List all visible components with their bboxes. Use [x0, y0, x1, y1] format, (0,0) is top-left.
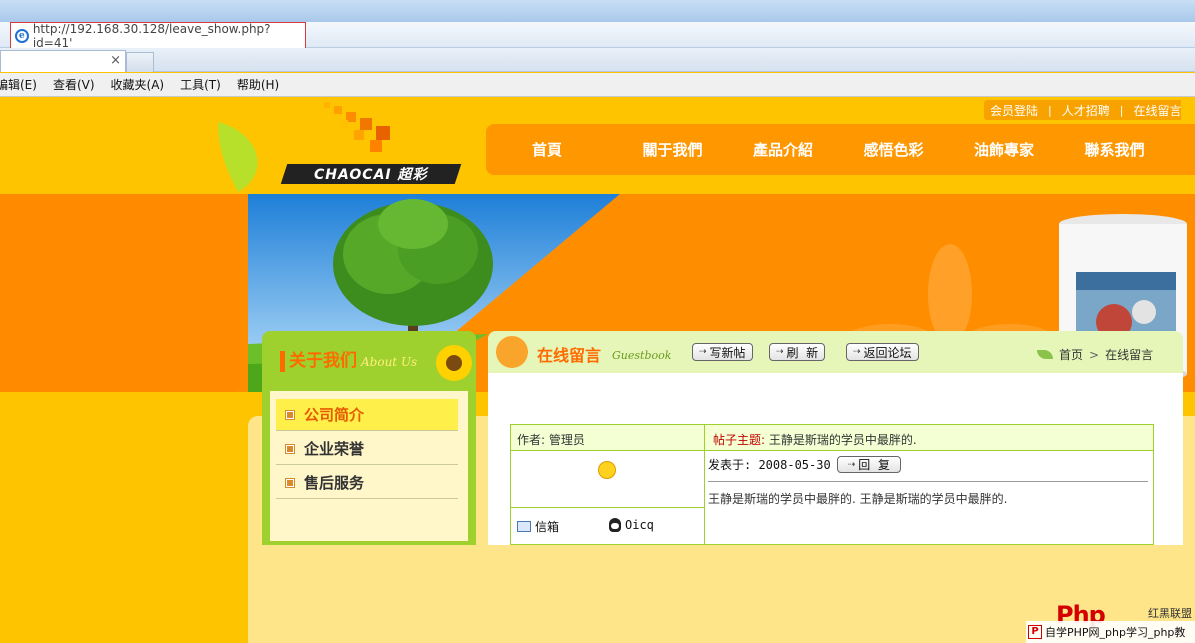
sidebar-list: 公司简介 企业荣誉 售后服务 — [270, 391, 468, 541]
sidebar-item-label: 公司简介 — [304, 406, 365, 424]
guestbook-subtitle: Guestbook — [612, 349, 672, 362]
icq-label: Oicq — [625, 518, 654, 532]
icq-link[interactable]: Oicq — [609, 518, 654, 532]
menu-favorites[interactable]: 收藏夹(A) — [111, 76, 165, 93]
guestbook-title: 在线留言 — [537, 346, 602, 365]
back-to-forum-button[interactable]: ⇢ 返回论坛 — [846, 343, 919, 361]
url-field[interactable]: e http://192.168.30.128/leave_show.php?i… — [10, 22, 306, 50]
column-divider — [704, 425, 705, 544]
banner-left-panel — [0, 194, 240, 392]
subject-label: 帖子主题: — [713, 433, 766, 447]
smiley-icon — [598, 461, 616, 479]
watermark-p-icon: P — [1028, 625, 1042, 639]
subject-text: 王静是斯瑞的学员中最胖的. — [768, 433, 917, 447]
site-watermark: Php 红黑联盟 P 自学PHP网_php学习_php教 — [1026, 601, 1195, 643]
arrow-right-icon: ⇢ — [776, 347, 784, 357]
mail-label: 信箱 — [535, 520, 560, 534]
arrow-right-icon: ⇢ — [699, 347, 707, 357]
sidebar: 关于我们 About Us 公司简介 企业荣誉 售后服务 — [262, 331, 476, 545]
sidebar-item-label: 企业荣誉 — [304, 440, 365, 458]
url-text: http://192.168.30.128/leave_show.php?id=… — [32, 22, 271, 50]
new-post-button[interactable]: ⇢ 写新帖 — [692, 343, 753, 361]
breadcrumb: 首页 > 在线留言 — [1037, 346, 1153, 363]
sidebar-title: 关于我们 About Us — [280, 351, 417, 372]
logo-squares-icon — [324, 102, 390, 152]
arrow-right-icon: ⇢ — [847, 459, 856, 470]
post-divider — [708, 481, 1148, 482]
sidebar-item-after-sales[interactable]: 售后服务 — [276, 467, 458, 499]
nav-home[interactable]: 首頁 — [532, 139, 643, 160]
breadcrumb-separator: > — [1089, 347, 1100, 362]
button-label: 返回论坛 — [863, 345, 912, 360]
menu-bar: 编辑(E) 查看(V) 收藏夹(A) 工具(T) 帮助(H) — [0, 73, 1195, 97]
watermark-bar-text: 自学PHP网_php学习_php教 — [1045, 626, 1186, 639]
post-table: 作者: 管理员 帖子主题: 王静是斯瑞的学员中最胖的. 发表于: 2008-05… — [510, 424, 1154, 545]
guestbook-leaf-icon — [496, 336, 528, 368]
menu-view[interactable]: 查看(V) — [53, 76, 95, 93]
top-link-separator: | — [1119, 103, 1124, 117]
breadcrumb-home[interactable]: 首页 — [1059, 346, 1083, 363]
post-author: 作者: 管理员 — [517, 433, 585, 447]
sidebar-item-label: 售后服务 — [304, 474, 365, 492]
browser-tab[interactable]: × — [0, 50, 126, 72]
guestbook-link[interactable]: 在线留言 — [1133, 102, 1181, 119]
bullet-icon — [285, 410, 295, 420]
guestbook-header: 在线留言 Guestbook ⇢ 写新帖 ⇢ 刷 新 ⇢ 返回论坛 首页 > 在… — [488, 331, 1183, 373]
nav-expert[interactable]: 油飾專家 — [974, 139, 1085, 160]
sidebar-item-company-intro[interactable]: 公司简介 — [276, 399, 458, 431]
post-date: 发表于: 2008-05-30 — [708, 458, 831, 472]
sunflower-icon — [436, 345, 472, 381]
post-body: 王静是斯瑞的学员中最胖的. 王静是斯瑞的学员中最胖的. — [708, 492, 1008, 506]
reply-button[interactable]: ⇢ 回 复 — [836, 456, 901, 473]
sidebar-header: 关于我们 About Us — [270, 341, 472, 391]
close-tab-icon[interactable]: × — [110, 53, 121, 68]
window-title-strip — [0, 0, 1195, 22]
member-login-link[interactable]: 会员登陆 — [990, 102, 1038, 119]
nav-products[interactable]: 產品介紹 — [753, 139, 864, 160]
menu-help[interactable]: 帮助(H) — [237, 76, 279, 93]
new-tab-button[interactable] — [126, 52, 154, 72]
main-nav: 首頁 關于我們 產品介紹 感悟色彩 油飾專家 聯系我們 — [486, 124, 1195, 175]
logo-bar: CHAOCAI 超彩 — [280, 164, 462, 184]
post-date-row: 发表于: 2008-05-30 ⇢ 回 复 — [708, 456, 901, 473]
top-links: 会员登陆 | 人才招聘 | 在线留言 — [984, 100, 1182, 120]
sidebar-subtitle: About Us — [361, 355, 418, 369]
watermark-top-text: 红黑联盟 — [1148, 607, 1192, 620]
button-label: 回 复 — [858, 458, 890, 472]
nav-contact[interactable]: 聯系我們 — [1085, 139, 1195, 160]
menu-tools[interactable]: 工具(T) — [180, 76, 221, 93]
contact-row: 信箱 Oicq — [511, 507, 704, 544]
tab-row: × — [0, 48, 1195, 72]
leaf-icon — [1037, 350, 1053, 359]
post-header-row: 作者: 管理员 帖子主题: 王静是斯瑞的学员中最胖的. — [511, 425, 1153, 451]
logo-text: CHAOCAI 超彩 — [314, 167, 428, 183]
refresh-button[interactable]: ⇢ 刷 新 — [769, 343, 826, 361]
mail-icon — [517, 521, 531, 532]
address-bar: e http://192.168.30.128/leave_show.php?i… — [0, 22, 1195, 50]
button-label: 刷 新 — [786, 345, 819, 360]
qq-penguin-icon — [609, 518, 621, 532]
bullet-icon — [285, 444, 295, 454]
post-subject: 帖子主题: 王静是斯瑞的学员中最胖的. — [713, 431, 917, 448]
top-link-separator: | — [1048, 103, 1052, 117]
bullet-icon — [285, 478, 295, 488]
watermark-bar: P 自学PHP网_php学习_php教 — [1026, 621, 1195, 643]
recruitment-link[interactable]: 人才招聘 — [1062, 102, 1110, 119]
mail-link[interactable]: 信箱 — [517, 518, 559, 535]
nav-color[interactable]: 感悟色彩 — [864, 139, 975, 160]
button-label: 写新帖 — [709, 345, 746, 360]
nav-about[interactable]: 關于我們 — [643, 139, 754, 160]
arrow-right-icon: ⇢ — [853, 347, 861, 357]
sidebar-item-honors[interactable]: 企业荣誉 — [276, 433, 458, 465]
ie-page-icon: e — [15, 29, 29, 43]
sidebar-title-text: 关于我们 — [289, 351, 357, 371]
site-logo[interactable]: CHAOCAI 超彩 — [280, 102, 462, 184]
menu-edit[interactable]: 编辑(E) — [0, 76, 37, 93]
breadcrumb-guestbook[interactable]: 在线留言 — [1105, 346, 1153, 363]
